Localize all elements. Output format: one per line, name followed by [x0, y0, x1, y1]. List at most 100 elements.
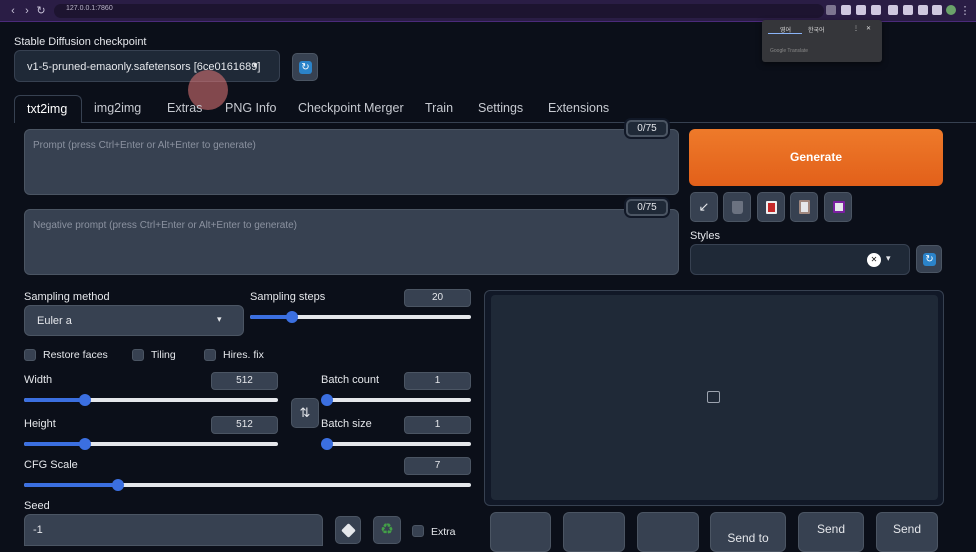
sampling-method-value: Euler a	[37, 315, 72, 327]
open-folder-button[interactable]	[490, 512, 551, 552]
translate-menu-icon[interactable]: ⋮	[853, 25, 859, 32]
hires-fix-checkbox[interactable]	[204, 349, 216, 361]
sampling-method-label: Sampling method	[24, 291, 110, 303]
seed-input[interactable]: -1	[24, 514, 323, 546]
tab-extensions[interactable]: Extensions	[548, 101, 609, 115]
negative-prompt-input[interactable]: Negative prompt (press Ctrl+Enter or Alt…	[24, 209, 679, 275]
random-seed-button[interactable]	[335, 516, 361, 544]
prompt-input[interactable]: Prompt (press Ctrl+Enter or Alt+Enter to…	[24, 129, 679, 195]
width-label: Width	[24, 374, 53, 386]
download-icon[interactable]	[918, 5, 928, 15]
height-label: Height	[24, 418, 56, 430]
styles-dropdown[interactable]: ✕ ▾	[690, 244, 910, 275]
batch-size-slider[interactable]	[321, 438, 471, 450]
image-placeholder-icon	[707, 391, 720, 403]
slider-thumb[interactable]	[321, 394, 333, 406]
clipboard-icon[interactable]	[790, 192, 818, 222]
slider-thumb[interactable]	[78, 394, 91, 406]
avatar[interactable]	[946, 5, 956, 15]
checkpoint-label: Stable Diffusion checkpoint	[14, 36, 147, 48]
generate-button[interactable]: Generate	[689, 129, 943, 186]
slider-thumb[interactable]	[321, 438, 333, 450]
width-slider[interactable]	[24, 394, 278, 406]
save-icon[interactable]	[824, 192, 852, 222]
save-button[interactable]	[563, 512, 625, 552]
sampling-steps-label: Sampling steps	[250, 291, 326, 303]
chevron-down-icon: ▾	[217, 314, 222, 324]
seed-label: Seed	[24, 500, 50, 512]
tab-extras[interactable]: Extras	[167, 101, 202, 115]
hires-fix-label: Hires. fix	[223, 349, 264, 361]
address-bar[interactable]: 127.0.0.1:7860	[54, 4, 824, 18]
restore-faces-checkbox[interactable]	[24, 349, 36, 361]
batch-count-input[interactable]: 1	[404, 372, 471, 390]
swap-dimensions-button[interactable]: ⇅	[291, 398, 319, 428]
styles-refresh-button[interactable]: ↻	[916, 245, 942, 273]
reload-icon[interactable]: ↻	[34, 4, 48, 18]
batch-count-label: Batch count	[321, 374, 380, 386]
tab-divider	[82, 122, 976, 123]
translate-close-icon[interactable]: ✕	[866, 25, 871, 32]
slider-thumb[interactable]	[78, 438, 91, 450]
clear-icon[interactable]: ✕	[867, 253, 881, 267]
back-icon[interactable]: ‹	[6, 4, 20, 18]
translate-footer: Google Translate	[770, 48, 809, 54]
tab-txt2img[interactable]: txt2img	[14, 95, 82, 123]
chevron-down-icon: ▾	[253, 60, 258, 70]
height-slider[interactable]	[24, 438, 278, 450]
reuse-seed-button[interactable]: ♻	[373, 516, 401, 544]
forward-icon[interactable]: ›	[20, 4, 34, 18]
send-button-a[interactable]: Send	[798, 512, 864, 552]
tab-train[interactable]: Train	[425, 101, 453, 115]
slider-thumb[interactable]	[111, 479, 124, 491]
tiling-checkbox[interactable]	[132, 349, 144, 361]
output-panel	[484, 290, 944, 506]
extension-icon[interactable]	[888, 5, 898, 15]
zip-button[interactable]	[637, 512, 699, 552]
zoom-icon[interactable]	[841, 5, 851, 15]
height-input[interactable]: 512	[211, 416, 278, 434]
arrow-diagonal-icon[interactable]: ↙	[690, 192, 718, 222]
share-icon[interactable]	[856, 5, 866, 15]
batch-size-input[interactable]: 1	[404, 416, 471, 434]
prompt-placeholder: Prompt (press Ctrl+Enter or Alt+Enter to…	[33, 140, 256, 151]
checkpoint-dropdown[interactable]: v1-5-pruned-emaonly.safetensors [6ce0161…	[14, 50, 280, 82]
sampling-method-dropdown[interactable]: Euler a ▾	[24, 305, 244, 336]
sidebar-icon[interactable]	[932, 5, 942, 15]
tab-checkpoint-merger[interactable]: Checkpoint Merger	[298, 101, 404, 115]
browser-toolbar: ‹ › ↻ 127.0.0.1:7860 ⋮	[0, 0, 976, 22]
translate-icon[interactable]	[826, 5, 836, 15]
sampling-steps-input[interactable]: 20	[404, 289, 471, 307]
tab-png-info[interactable]: PNG Info	[225, 101, 276, 115]
menu-icon[interactable]: ⋮	[958, 4, 972, 18]
translate-popup: 영어 한국어 ⋮ ✕ Google Translate	[762, 20, 882, 62]
batch-count-slider[interactable]	[321, 394, 471, 406]
extra-label: Extra	[431, 526, 456, 538]
styles-label: Styles	[690, 230, 720, 242]
tab-settings[interactable]: Settings	[478, 101, 523, 115]
cfg-scale-slider[interactable]	[24, 479, 471, 491]
cfg-scale-input[interactable]: 7	[404, 457, 471, 475]
slider-thumb[interactable]	[285, 311, 298, 323]
tab-img2img[interactable]: img2img	[94, 101, 141, 115]
negative-prompt-token-counter: 0/75	[626, 199, 668, 216]
chevron-down-icon: ▾	[886, 253, 891, 263]
image-gallery	[491, 295, 938, 500]
star-icon[interactable]	[871, 5, 881, 15]
trash-icon[interactable]	[723, 192, 751, 222]
send-to-button[interactable]: Send to	[710, 512, 786, 552]
url-text: 127.0.0.1:7860	[66, 5, 113, 12]
red-card-icon[interactable]	[757, 192, 785, 222]
translate-tab-source[interactable]: 영어	[768, 24, 802, 34]
dice-icon	[341, 523, 356, 538]
translate-tab-target[interactable]: 한국어	[808, 25, 825, 34]
restore-faces-label: Restore faces	[43, 349, 108, 361]
width-input[interactable]: 512	[211, 372, 278, 390]
batch-size-label: Batch size	[321, 418, 372, 430]
puzzle-icon[interactable]	[903, 5, 913, 15]
checkpoint-refresh-button[interactable]: ↻	[292, 53, 318, 81]
sampling-steps-slider[interactable]	[250, 311, 471, 323]
extra-checkbox[interactable]	[412, 525, 424, 537]
send-button-b[interactable]: Send	[876, 512, 938, 552]
recycle-icon: ♻	[380, 521, 394, 538]
